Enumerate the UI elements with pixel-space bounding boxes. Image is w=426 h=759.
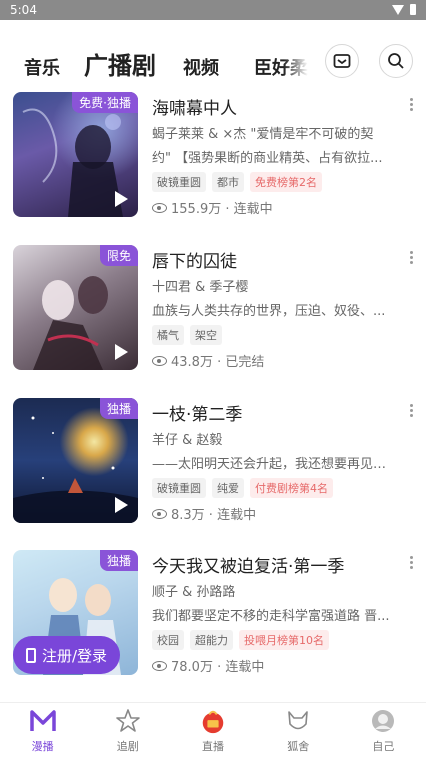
item-stats: 78.0万 · 连载中: [152, 656, 264, 675]
nav-fox-den[interactable]: 狐舍: [256, 703, 341, 759]
status-bar: 5:04: [0, 0, 426, 20]
tag[interactable]: 架空: [190, 325, 222, 345]
list-item[interactable]: 免费·独播 海啸幕中人 蝎子莱莱 & ×杰 "爱情是牢不可破的契 约" 【强势果…: [0, 92, 426, 222]
tag-list: 橘气 架空: [152, 325, 222, 345]
cover-badge: 独播: [99, 550, 138, 571]
eye-icon: [152, 508, 167, 519]
more-options-icon[interactable]: [410, 251, 413, 264]
play-count-status: 78.0万 · 连载中: [171, 660, 265, 675]
eye-icon: [152, 202, 167, 213]
item-author: 羊仔 & 赵毅: [152, 433, 223, 448]
search-button[interactable]: [379, 44, 413, 78]
play-count-status: 155.9万 · 连载中: [171, 202, 273, 217]
item-title[interactable]: 海啸幕中人: [152, 94, 237, 119]
tag[interactable]: 破镜重圆: [152, 478, 206, 498]
nav-me[interactable]: 自己: [341, 703, 426, 759]
nav-label: 直播: [202, 740, 224, 753]
tab-radio-drama[interactable]: 广播剧: [84, 46, 156, 81]
cover-image[interactable]: 免费·独播: [13, 92, 138, 217]
star-icon: [114, 707, 142, 735]
live-gift-icon: [199, 707, 227, 735]
tag[interactable]: 校园: [152, 630, 184, 650]
item-title[interactable]: 今天我又被迫复活·第一季: [152, 552, 344, 577]
status-icons: [392, 4, 416, 15]
more-options-icon[interactable]: [410, 556, 413, 569]
item-stats: 155.9万 · 连载中: [152, 198, 273, 217]
play-icon[interactable]: [115, 497, 128, 513]
fox-icon: [284, 707, 312, 735]
tag[interactable]: 超能力: [190, 630, 233, 650]
play-count-status: 8.3万 · 连载中: [171, 508, 257, 523]
item-title[interactable]: 唇下的囚徒: [152, 247, 237, 272]
item-author: 十四君 & 季子樱: [152, 280, 249, 295]
cover-badge: 免费·独播: [72, 92, 138, 113]
eye-icon: [152, 660, 167, 671]
item-description: 我们都要坚定不移的走科学富强道路 晋...: [152, 609, 390, 624]
avatar-icon: [369, 707, 397, 735]
cover-badge: 限免: [99, 245, 138, 266]
tag[interactable]: 纯爱: [212, 478, 244, 498]
list-item[interactable]: 限免 唇下的囚徒 十四君 & 季子樱 血族与人类共存的世界，压迫、奴役、... …: [0, 245, 426, 375]
tag[interactable]: 都市: [212, 172, 244, 192]
item-author: 顺子 & 孙路路: [152, 585, 236, 600]
list-item[interactable]: 独播 一枝·第二季 羊仔 & 赵毅 ——太阳明天还会升起，我还想要再见到... …: [0, 398, 426, 528]
wifi-icon: [392, 4, 404, 15]
rank-tag[interactable]: 付费剧榜第4名: [250, 478, 333, 498]
nav-follow[interactable]: 追剧: [85, 703, 170, 759]
rank-tag[interactable]: 投喂月榜第10名: [239, 630, 329, 650]
item-stats: 8.3万 · 连载中: [152, 504, 256, 523]
tag[interactable]: 橘气: [152, 325, 184, 345]
more-options-icon[interactable]: [410, 98, 413, 111]
tag-list: 破镜重圆 纯爱 付费剧榜第4名: [152, 478, 333, 498]
nav-manbo[interactable]: 漫播: [0, 703, 85, 759]
mail-icon: [333, 54, 351, 68]
cover-badge: 独播: [99, 398, 138, 419]
cover-image[interactable]: 独播: [13, 398, 138, 523]
nav-live[interactable]: 直播: [170, 703, 255, 759]
login-register-button[interactable]: 注册/登录: [13, 636, 120, 674]
item-description: 约" 【强势果断的商业精英、占有欲拉...: [152, 151, 383, 166]
play-icon[interactable]: [115, 344, 128, 360]
manbo-logo-icon: [29, 707, 57, 735]
login-register-label: 注册/登录: [41, 646, 108, 665]
tag-list: 破镜重圆 都市 免费榜第2名: [152, 172, 322, 192]
item-description: 血族与人类共存的世界，压迫、奴役、...: [152, 304, 386, 319]
item-stats: 43.8万 · 已完结: [152, 351, 264, 370]
bottom-nav: 漫播 追剧 直播 狐舍 自己: [0, 702, 426, 759]
item-author: 蝎子莱莱 & ×杰 "爱情是牢不可破的契: [152, 127, 374, 142]
cover-image[interactable]: 限免: [13, 245, 138, 370]
item-description: ——太阳明天还会升起，我还想要再见到...: [152, 457, 392, 472]
play-count-status: 43.8万 · 已完结: [171, 355, 265, 370]
search-icon: [388, 53, 404, 69]
tab-overflow[interactable]: 臣好柔: [254, 54, 308, 80]
tag[interactable]: 破镜重圆: [152, 172, 206, 192]
more-options-icon[interactable]: [410, 404, 413, 417]
nav-label: 狐舍: [287, 740, 310, 753]
top-nav: 音乐 广播剧 视频 臣好柔: [0, 20, 426, 92]
rank-tag[interactable]: 免费榜第2名: [250, 172, 322, 192]
tab-video[interactable]: 视频: [183, 54, 219, 80]
nav-label: 漫播: [31, 740, 54, 753]
phone-icon: [25, 647, 36, 663]
battery-icon: [410, 4, 416, 15]
status-time: 5:04: [10, 3, 37, 17]
nav-label: 自己: [372, 740, 395, 753]
mail-button[interactable]: [325, 44, 359, 78]
tab-music[interactable]: 音乐: [24, 54, 60, 80]
eye-icon: [152, 355, 167, 366]
play-icon[interactable]: [115, 191, 128, 207]
item-title[interactable]: 一枝·第二季: [152, 400, 242, 425]
tag-list: 校园 超能力 投喂月榜第10名: [152, 630, 329, 650]
nav-label: 追剧: [116, 740, 139, 753]
